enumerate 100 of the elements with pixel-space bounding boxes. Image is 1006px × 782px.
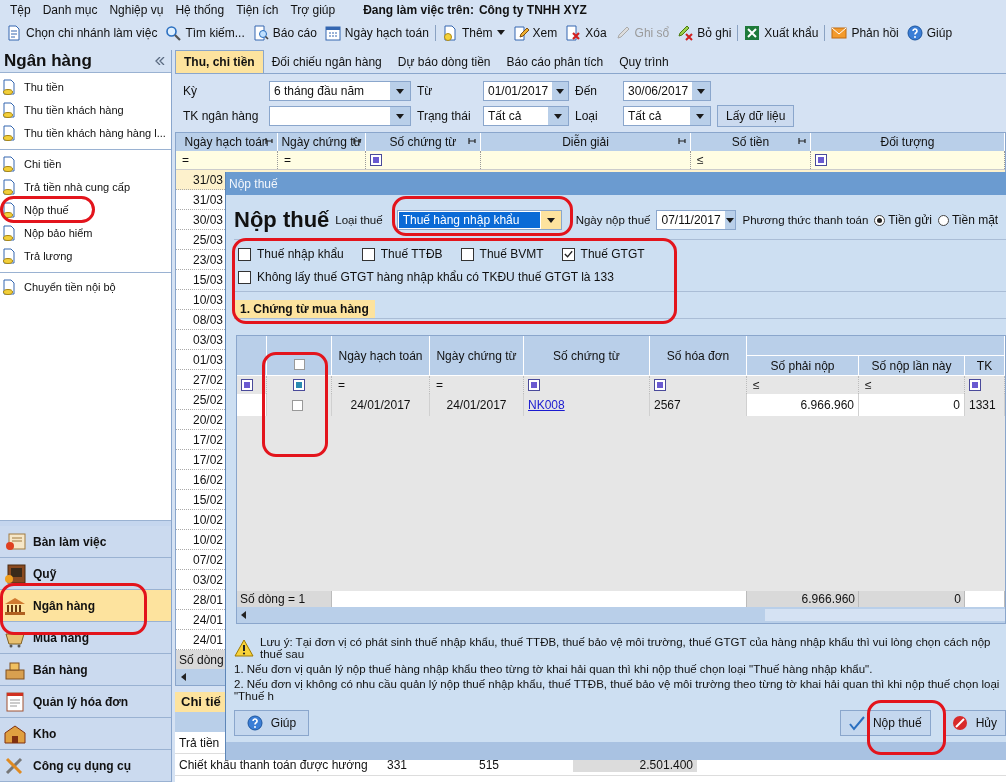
toolbar-button[interactable]: Giúp — [902, 21, 957, 44]
caret-icon — [697, 88, 706, 94]
filter-operator[interactable]: = — [434, 378, 445, 392]
pin-icon[interactable] — [797, 137, 807, 147]
note-text: Lưu ý: Tại đơn vị có phát sinh thuế nhập khẩu, thuế TTĐB, thuế bảo vệ môi trường, thuế GTGT của hàng nhập khẩu thì vui lòng chọn cách nộp thuế sau — [260, 636, 992, 660]
total-cell: 6.966.960 — [801, 592, 855, 606]
tab[interactable]: Báo cáo phân tích — [498, 50, 612, 73]
period-dropdown[interactable]: 6 tháng đầu năm — [269, 81, 411, 101]
module-button[interactable]: Bán hàng — [0, 654, 171, 686]
pin-icon[interactable] — [352, 137, 362, 147]
field-label: Đến — [575, 84, 597, 98]
table-cell-text: 31/03 — [191, 172, 223, 187]
toolbar-button[interactable]: Thêm — [437, 21, 509, 44]
tab[interactable]: Chi tiế — [175, 692, 227, 712]
sidebar-item[interactable]: Chi tiền — [0, 152, 62, 175]
toolbar-button[interactable]: Ngày hạch toán — [320, 21, 433, 44]
menu-item[interactable]: Tệp — [4, 3, 37, 17]
filter-operator[interactable]: ≤ — [863, 378, 874, 392]
filter-operator[interactable]: = — [180, 153, 191, 167]
checkbox[interactable]: Thuế TTĐB — [361, 244, 443, 264]
checkmark-icon — [848, 715, 865, 731]
radio-button[interactable]: Tiền gửi — [874, 213, 932, 227]
sidebar-item[interactable]: Thu tiền — [0, 75, 64, 98]
status-dropdown[interactable]: Tất cả — [483, 106, 569, 126]
calendar-icon — [324, 24, 341, 41]
document-icon — [6, 24, 22, 41]
field-label: Loại thuế — [335, 214, 383, 226]
tab[interactable]: Quy trình — [611, 50, 677, 73]
table-cell-text: 28/01 — [191, 592, 223, 607]
radio-circle[interactable] — [937, 214, 949, 226]
filter-operator[interactable]: ≤ — [695, 153, 706, 167]
envelope-icon — [831, 24, 848, 41]
toolbar-button[interactable]: Xóa — [561, 21, 611, 44]
checkbox[interactable]: Không lấy thuế GTGT hàng nhập khẩu có TKĐU thuế GTGT là 133 — [238, 267, 614, 287]
from-dropdown[interactable]: 01/01/2017 — [483, 81, 569, 101]
date-picker[interactable]: 07/11/2017 — [656, 210, 737, 230]
filter-box-icon — [241, 379, 253, 391]
collapse-icon[interactable] — [155, 57, 165, 65]
toolbar-button[interactable]: Xuất khẩu — [740, 21, 823, 44]
toolbar-button[interactable]: Chọn chi nhánh làm việc — [2, 21, 162, 44]
sidebar-item[interactable]: Nộp thuế — [0, 198, 69, 221]
table-cell-text: 03/03 — [191, 332, 223, 347]
sidebar-item[interactable]: Trả lương — [0, 244, 73, 267]
menu-item[interactable]: Hệ thống — [169, 3, 231, 17]
menu-item[interactable]: Nghiệp vụ — [103, 3, 170, 17]
tab[interactable]: Đối chiếu ngân hàng — [263, 50, 390, 73]
select-all-checkbox[interactable] — [293, 359, 305, 370]
sidebar-item[interactable]: Trả tiền nhà cung cấp — [0, 175, 130, 198]
horizontal-scrollbar[interactable] — [237, 607, 1005, 623]
sidebar-item[interactable]: Thu tiền khách hàng hàng l... — [0, 121, 166, 144]
document-link[interactable]: NK008 — [528, 398, 565, 412]
menu-item[interactable]: Tiện ích — [230, 3, 285, 17]
table-cell-text: 27/02 — [191, 372, 223, 387]
module-button[interactable]: Kho — [0, 718, 171, 750]
scroll-left-icon[interactable] — [181, 673, 186, 681]
scroll-left-icon[interactable] — [241, 611, 246, 619]
tab[interactable]: 1. Chứng từ mua hàng — [234, 300, 375, 318]
filter-row[interactable]: = = ≤ ≤ — [237, 376, 1005, 394]
filter-operator[interactable]: = — [336, 378, 347, 392]
filter-row[interactable]: = = ≤ — [176, 151, 1005, 170]
pin-icon[interactable] — [677, 137, 687, 147]
sidebar-item[interactable]: Thu tiền khách hàng — [0, 98, 124, 121]
type-dropdown[interactable]: Tất cả — [623, 106, 711, 126]
table-cell-text: 24/01 — [191, 632, 223, 647]
tab[interactable]: Dự báo dòng tiền — [389, 50, 499, 73]
fetch-data-button[interactable]: Lấy dữ liệu — [717, 105, 795, 127]
checkbox[interactable]: Thuế GTGT — [561, 244, 645, 264]
tab[interactable]: Thu, chi tiền — [175, 50, 264, 73]
help-icon — [906, 24, 923, 41]
splitter-handle[interactable] — [0, 520, 171, 526]
pin-icon[interactable] — [467, 137, 477, 147]
module-button[interactable]: Quản lý hóa đơn — [0, 686, 171, 718]
sidebar-item[interactable]: Nộp bảo hiểm — [0, 221, 93, 244]
filter-box-icon — [293, 379, 305, 391]
radio-button[interactable]: Tiền mặt — [937, 213, 999, 227]
toolbar-button[interactable]: Xem — [508, 21, 562, 44]
table-row[interactable]: 24/01/2017 24/01/2017 NK008 2567 6.966.960 0 1331 — [237, 394, 1005, 416]
help-button[interactable]: Giúp — [234, 710, 309, 736]
checkbox[interactable]: Thuế nhập khẩu — [238, 244, 344, 264]
menu-item[interactable]: Trợ giúp — [284, 3, 342, 17]
sidebar-item[interactable]: Chuyển tiền nội bộ — [0, 275, 116, 298]
module-button[interactable]: Công cụ dụng cụ — [0, 750, 171, 782]
module-button[interactable]: Bàn làm việc — [0, 526, 171, 558]
menu-item[interactable]: Danh mục — [36, 3, 104, 17]
toolbar-button[interactable]: Bỏ ghi — [673, 21, 736, 44]
toolbar-button[interactable]: Phản hồi — [827, 21, 903, 44]
row-checkbox[interactable] — [291, 399, 303, 411]
module-button[interactable]: Quỹ — [0, 558, 171, 590]
filter-operator[interactable]: = — [282, 153, 293, 167]
row-count-label: Số dòng — [179, 652, 224, 667]
checkmark-icon — [562, 248, 574, 260]
filter-operator[interactable]: ≤ — [751, 378, 762, 392]
submit-button[interactable]: Nộp thuế — [839, 710, 931, 736]
to-dropdown[interactable]: 30/06/2017 — [623, 81, 711, 101]
module-button[interactable]: Ngân hàng — [0, 590, 171, 622]
checkbox[interactable]: Thuế BVMT — [460, 244, 544, 264]
radio-circle[interactable] — [874, 214, 886, 226]
tax-type-dropdown[interactable]: Thuế hàng nhập khẩu — [396, 210, 562, 230]
toolbar-button[interactable]: Tìm kiếm... — [161, 21, 249, 44]
toolbar-button[interactable]: Báo cáo — [248, 21, 321, 44]
